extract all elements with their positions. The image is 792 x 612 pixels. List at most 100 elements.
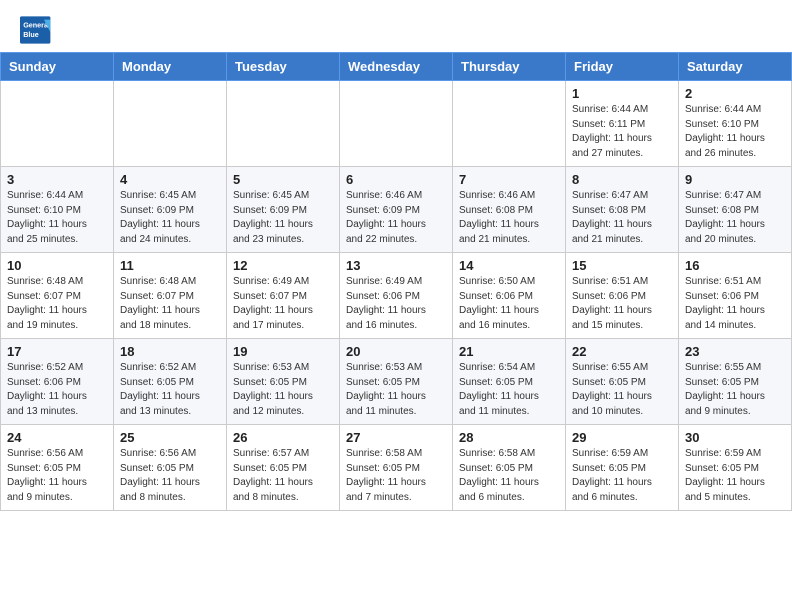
day-info: Sunrise: 6:45 AM Sunset: 6:09 PM Dayligh…: [233, 189, 333, 247]
calendar-cell: [340, 81, 453, 167]
day-number: 5: [233, 172, 333, 187]
day-number: 27: [346, 430, 446, 445]
calendar-cell: 16 Sunrise: 6:51 AM Sunset: 6:06 PM Dayli…: [679, 253, 792, 339]
calendar-cell: 2Sunrise: 6:44 AM Sunset: 6:10 PM Daylig…: [679, 81, 792, 167]
day-info: Sunrise: 6:47 AM Sunset: 6:08 PM Dayligh…: [685, 189, 785, 247]
day-info: Sunrise: 6:46 AM Sunset: 6:09 PM Dayligh…: [346, 189, 446, 247]
day-number: 15: [572, 258, 672, 273]
day-info: Sunrise: 6:55 AM Sunset: 6:05 PM Dayligh…: [572, 361, 672, 419]
day-info: Sunrise: 6:44 AM Sunset: 6:10 PM Dayligh…: [7, 189, 107, 247]
day-info: Sunrise: 6:51 AM Sunset: 6:06 PM Dayligh…: [685, 275, 785, 333]
calendar-week-row: 17Sunrise: 6:52 AM Sunset: 6:06 PM Dayli…: [1, 339, 792, 425]
calendar-cell: 5 Sunrise: 6:45 AM Sunset: 6:09 PM Daylig…: [227, 167, 340, 253]
svg-text:Blue: Blue: [23, 30, 39, 39]
calendar-cell: 8Sunrise: 6:47 AM Sunset: 6:08 PM Daylig…: [566, 167, 679, 253]
calendar-week-row: 10 Sunrise: 6:48 AM Sunset: 6:07 PM Dayli…: [1, 253, 792, 339]
day-number: 20: [346, 344, 446, 359]
calendar-cell: 28 Sunrise: 6:58 AM Sunset: 6:05 PM Dayli…: [453, 425, 566, 511]
calendar-cell: 9 Sunrise: 6:47 AM Sunset: 6:08 PM Daylig…: [679, 167, 792, 253]
weekday-header: Friday: [566, 53, 679, 81]
day-number: 17: [7, 344, 107, 359]
day-number: 14: [459, 258, 559, 273]
calendar-cell: 11Sunrise: 6:48 AM Sunset: 6:07 PM Dayli…: [114, 253, 227, 339]
day-number: 12: [233, 258, 333, 273]
calendar-header-row: SundayMondayTuesdayWednesdayThursdayFrid…: [1, 53, 792, 81]
day-number: 23: [685, 344, 785, 359]
day-info: Sunrise: 6:56 AM Sunset: 6:05 PM Dayligh…: [7, 447, 107, 505]
day-number: 1: [572, 86, 672, 101]
weekday-header: Thursday: [453, 53, 566, 81]
calendar-cell: 29 Sunrise: 6:59 AM Sunset: 6:05 PM Dayli…: [566, 425, 679, 511]
day-number: 4: [120, 172, 220, 187]
weekday-header: Wednesday: [340, 53, 453, 81]
day-info: Sunrise: 6:45 AM Sunset: 6:09 PM Dayligh…: [120, 189, 220, 247]
calendar-cell: 22 Sunrise: 6:55 AM Sunset: 6:05 PM Dayli…: [566, 339, 679, 425]
weekday-header: Sunday: [1, 53, 114, 81]
day-number: 9: [685, 172, 785, 187]
calendar-cell: 6 Sunrise: 6:46 AM Sunset: 6:09 PM Daylig…: [340, 167, 453, 253]
calendar-cell: 25Sunrise: 6:56 AM Sunset: 6:05 PM Dayli…: [114, 425, 227, 511]
calendar-cell: 20Sunrise: 6:53 AM Sunset: 6:05 PM Dayli…: [340, 339, 453, 425]
day-info: Sunrise: 6:52 AM Sunset: 6:05 PM Dayligh…: [120, 361, 220, 419]
calendar-cell: [227, 81, 340, 167]
day-info: Sunrise: 6:49 AM Sunset: 6:06 PM Dayligh…: [346, 275, 446, 333]
day-number: 29: [572, 430, 672, 445]
day-info: Sunrise: 6:50 AM Sunset: 6:06 PM Dayligh…: [459, 275, 559, 333]
calendar-cell: 15Sunrise: 6:51 AM Sunset: 6:06 PM Dayli…: [566, 253, 679, 339]
calendar-cell: 3 Sunrise: 6:44 AM Sunset: 6:10 PM Daylig…: [1, 167, 114, 253]
day-number: 7: [459, 172, 559, 187]
day-info: Sunrise: 6:59 AM Sunset: 6:05 PM Dayligh…: [572, 447, 672, 505]
calendar-cell: 23 Sunrise: 6:55 AM Sunset: 6:05 PM Dayli…: [679, 339, 792, 425]
calendar-cell: 12 Sunrise: 6:49 AM Sunset: 6:07 PM Dayli…: [227, 253, 340, 339]
day-number: 19: [233, 344, 333, 359]
page-header: General Blue: [0, 0, 792, 52]
calendar-cell: 18 Sunrise: 6:52 AM Sunset: 6:05 PM Dayli…: [114, 339, 227, 425]
day-info: Sunrise: 6:58 AM Sunset: 6:05 PM Dayligh…: [459, 447, 559, 505]
day-info: Sunrise: 6:57 AM Sunset: 6:05 PM Dayligh…: [233, 447, 333, 505]
calendar-cell: 17Sunrise: 6:52 AM Sunset: 6:06 PM Dayli…: [1, 339, 114, 425]
day-info: Sunrise: 6:48 AM Sunset: 6:07 PM Dayligh…: [7, 275, 107, 333]
day-number: 6: [346, 172, 446, 187]
day-info: Sunrise: 6:56 AM Sunset: 6:05 PM Dayligh…: [120, 447, 220, 505]
calendar-week-row: 1Sunrise: 6:44 AM Sunset: 6:11 PM Daylig…: [1, 81, 792, 167]
day-number: 22: [572, 344, 672, 359]
day-info: Sunrise: 6:44 AM Sunset: 6:10 PM Dayligh…: [685, 103, 785, 161]
day-info: Sunrise: 6:49 AM Sunset: 6:07 PM Dayligh…: [233, 275, 333, 333]
logo-icon: General Blue: [20, 16, 52, 44]
calendar-cell: 10 Sunrise: 6:48 AM Sunset: 6:07 PM Dayli…: [1, 253, 114, 339]
calendar-cell: 13Sunrise: 6:49 AM Sunset: 6:06 PM Dayli…: [340, 253, 453, 339]
day-number: 30: [685, 430, 785, 445]
day-info: Sunrise: 6:55 AM Sunset: 6:05 PM Dayligh…: [685, 361, 785, 419]
calendar-cell: 26 Sunrise: 6:57 AM Sunset: 6:05 PM Dayli…: [227, 425, 340, 511]
weekday-header: Monday: [114, 53, 227, 81]
calendar-week-row: 24 Sunrise: 6:56 AM Sunset: 6:05 PM Dayli…: [1, 425, 792, 511]
calendar-cell: 24 Sunrise: 6:56 AM Sunset: 6:05 PM Dayli…: [1, 425, 114, 511]
calendar-cell: [1, 81, 114, 167]
calendar-cell: 14 Sunrise: 6:50 AM Sunset: 6:06 PM Dayli…: [453, 253, 566, 339]
calendar-cell: [114, 81, 227, 167]
day-info: Sunrise: 6:46 AM Sunset: 6:08 PM Dayligh…: [459, 189, 559, 247]
weekday-header: Saturday: [679, 53, 792, 81]
calendar-week-row: 3 Sunrise: 6:44 AM Sunset: 6:10 PM Daylig…: [1, 167, 792, 253]
day-info: Sunrise: 6:47 AM Sunset: 6:08 PM Dayligh…: [572, 189, 672, 247]
day-info: Sunrise: 6:58 AM Sunset: 6:05 PM Dayligh…: [346, 447, 446, 505]
day-number: 16: [685, 258, 785, 273]
day-number: 26: [233, 430, 333, 445]
calendar-cell: 19 Sunrise: 6:53 AM Sunset: 6:05 PM Dayli…: [227, 339, 340, 425]
day-info: Sunrise: 6:54 AM Sunset: 6:05 PM Dayligh…: [459, 361, 559, 419]
logo: General Blue: [20, 16, 52, 44]
day-number: 18: [120, 344, 220, 359]
day-number: 3: [7, 172, 107, 187]
day-info: Sunrise: 6:59 AM Sunset: 6:05 PM Dayligh…: [685, 447, 785, 505]
day-number: 28: [459, 430, 559, 445]
day-info: Sunrise: 6:53 AM Sunset: 6:05 PM Dayligh…: [233, 361, 333, 419]
day-number: 10: [7, 258, 107, 273]
calendar-cell: 4 Sunrise: 6:45 AM Sunset: 6:09 PM Daylig…: [114, 167, 227, 253]
day-number: 24: [7, 430, 107, 445]
calendar-cell: [453, 81, 566, 167]
weekday-header: Tuesday: [227, 53, 340, 81]
calendar-cell: 21 Sunrise: 6:54 AM Sunset: 6:05 PM Dayli…: [453, 339, 566, 425]
calendar-cell: 7 Sunrise: 6:46 AM Sunset: 6:08 PM Daylig…: [453, 167, 566, 253]
day-number: 21: [459, 344, 559, 359]
calendar-cell: 1Sunrise: 6:44 AM Sunset: 6:11 PM Daylig…: [566, 81, 679, 167]
